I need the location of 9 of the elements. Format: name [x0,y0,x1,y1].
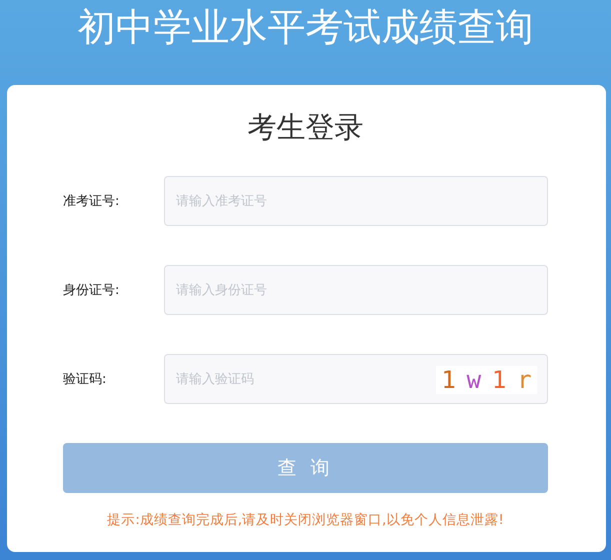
hint-text: 提示:成绩查询完成后,请及时关闭浏览器窗口,以免个人信息泄露! [107,511,504,529]
field-label: 验证码: [63,371,108,388]
captcha-image[interactable]: 1 w 1 r [436,366,537,394]
input-field[interactable]: 请输入准考证号 [164,176,548,226]
page-title: 初中学业水平考试成绩查询 [78,4,534,50]
card-title: 考生登录 [248,109,364,146]
input-field[interactable]: 请输入身份证号 [164,265,548,315]
field-label: 准考证号: [63,193,120,210]
field-label: 身份证号: [63,282,120,299]
